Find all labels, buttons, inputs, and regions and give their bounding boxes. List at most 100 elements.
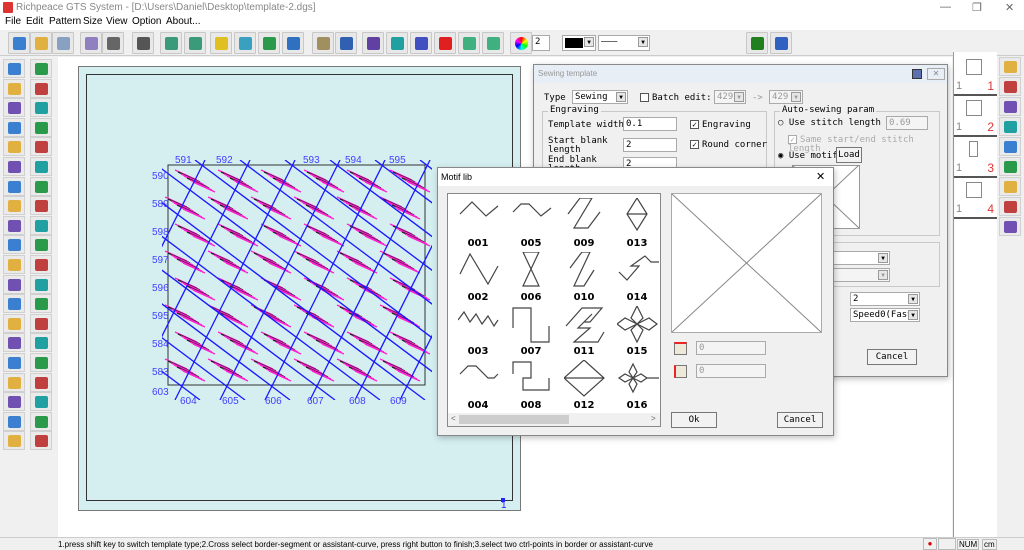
value-select[interactable]: 2 ▼: [850, 292, 920, 306]
layer-thumbnail[interactable]: 12: [954, 96, 997, 137]
scatter-chart-button[interactable]: [362, 32, 384, 54]
stitch-line-tool[interactable]: [3, 392, 25, 412]
start-blank-input[interactable]: 2: [623, 138, 677, 152]
stitch-grid-tool[interactable]: [30, 431, 52, 451]
motif-item[interactable]: 009: [559, 198, 609, 252]
curve-down-button[interactable]: [458, 32, 480, 54]
motif-item[interactable]: 012: [559, 360, 609, 414]
scroll-left-icon[interactable]: <: [451, 414, 456, 423]
motif-item[interactable]: 006: [506, 252, 556, 306]
layer-thumbnail[interactable]: 14: [954, 178, 997, 219]
shield-button[interactable]: [258, 32, 280, 54]
motif-item[interactable]: 008: [506, 360, 556, 414]
curve-split-button[interactable]: [482, 32, 504, 54]
wave-tool[interactable]: [3, 294, 25, 314]
speed-select[interactable]: Speed0(Faste ▼: [850, 308, 920, 322]
node-edit-tool[interactable]: [30, 59, 52, 78]
bezier-tool[interactable]: [30, 98, 52, 118]
batch-from-select[interactable]: 429 ▼: [714, 90, 746, 104]
motif-width-input[interactable]: 0: [696, 341, 766, 355]
flag-tool[interactable]: [30, 353, 52, 372]
template-frame-button[interactable]: [234, 32, 256, 54]
cancel-button[interactable]: Cancel: [867, 349, 917, 365]
type-select[interactable]: Sewing ▼: [572, 90, 628, 104]
layer-thumbnail[interactable]: 13: [954, 137, 997, 178]
seam-tool[interactable]: [30, 333, 52, 353]
pencil-tool[interactable]: [3, 78, 25, 98]
join-tool[interactable]: [3, 235, 25, 255]
select-arrow-tool[interactable]: [3, 59, 25, 78]
menu-option[interactable]: Option: [132, 16, 161, 27]
motif-item[interactable]: 007: [506, 306, 556, 360]
fit-width-tool[interactable]: [30, 196, 52, 216]
stamp-tool[interactable]: [30, 411, 52, 431]
rectangle-tool[interactable]: [3, 98, 25, 118]
menu-pattern[interactable]: Pattern: [49, 16, 81, 27]
pattern-move-tool[interactable]: [999, 117, 1021, 136]
brush-tool[interactable]: [30, 313, 52, 333]
keyboard-icon[interactable]: [912, 69, 922, 79]
measure-button[interactable]: [210, 32, 232, 54]
ok-button[interactable]: Ok: [671, 412, 717, 428]
line-style-select[interactable]: ——— ▼: [598, 35, 650, 51]
new-file-button[interactable]: [8, 32, 30, 54]
frame-tool[interactable]: [999, 217, 1021, 236]
stitch-dots-tool[interactable]: [999, 177, 1021, 196]
lock-user-button[interactable]: [282, 32, 304, 54]
minimize-button[interactable]: —: [940, 1, 951, 13]
stitch-length-input[interactable]: 0.69: [886, 116, 928, 130]
horizontal-scrollbar[interactable]: < >: [448, 413, 660, 426]
maximize-button[interactable]: ❐: [972, 1, 982, 14]
camera-button[interactable]: [102, 32, 124, 54]
curve-tool[interactable]: [999, 97, 1021, 116]
plotter-button[interactable]: [132, 32, 154, 54]
mirror-tool[interactable]: [999, 157, 1021, 176]
align-tool[interactable]: [30, 137, 52, 157]
eraser-button[interactable]: [80, 32, 102, 54]
fill-tool[interactable]: [999, 137, 1021, 156]
grid-tool[interactable]: [3, 157, 25, 176]
text-tool-tool[interactable]: [3, 431, 25, 451]
scissor-cut-tool[interactable]: [3, 372, 25, 392]
fabric-tool[interactable]: [999, 197, 1021, 216]
motif-height-input[interactable]: 0: [696, 364, 766, 378]
scroll-right-icon[interactable]: >: [651, 414, 656, 423]
motif-item[interactable]: 010: [559, 252, 609, 306]
cancel-button[interactable]: Cancel: [777, 412, 823, 428]
motif-item[interactable]: 016: [612, 360, 662, 414]
sewing-pattern[interactable]: 591 592 593 594 595 590 589 598 597 596 595 584 583 6…: [140, 150, 440, 410]
motif-item[interactable]: 001: [453, 198, 503, 252]
menu-view[interactable]: View: [106, 16, 128, 27]
cut-tool[interactable]: [3, 137, 25, 157]
menu-file[interactable]: File: [5, 16, 21, 27]
scrollbar-thumb[interactable]: [459, 415, 569, 424]
round-corner-checkbox[interactable]: ✓ Round corner: [690, 140, 767, 150]
motif-item[interactable]: 005: [506, 198, 556, 252]
table-tool[interactable]: [3, 411, 25, 431]
save-button[interactable]: [52, 32, 74, 54]
rotate-tool[interactable]: [30, 294, 52, 314]
use-motif-radio[interactable]: ◉ Use motif: [778, 152, 838, 161]
scissors-tool[interactable]: [30, 176, 52, 196]
polyline-tool[interactable]: [30, 78, 52, 98]
redo-button[interactable]: [184, 32, 206, 54]
car-tool[interactable]: [30, 274, 52, 294]
menu-about[interactable]: About...: [166, 16, 200, 27]
boot-edit-tool[interactable]: [999, 57, 1021, 76]
line-width-input[interactable]: 2: [532, 35, 550, 51]
use-stitch-length-radio[interactable]: ○ Use stitch length: [778, 119, 881, 128]
brush-button[interactable]: [312, 32, 334, 54]
bag-tool[interactable]: [30, 255, 52, 274]
needle-tool[interactable]: [30, 392, 52, 412]
motif-item[interactable]: 011: [559, 306, 609, 360]
scale-tool[interactable]: [3, 313, 25, 333]
layer-thumbnail[interactable]: 11: [954, 55, 997, 96]
motif-item[interactable]: 015: [612, 306, 662, 360]
help-button[interactable]: [770, 32, 792, 54]
film-button[interactable]: [746, 32, 768, 54]
tag-tool[interactable]: [3, 215, 25, 235]
boot-tool[interactable]: [30, 117, 52, 137]
shirt-tool[interactable]: [3, 333, 25, 353]
fill-shape-tool[interactable]: [3, 274, 25, 294]
network-button[interactable]: [335, 32, 357, 54]
